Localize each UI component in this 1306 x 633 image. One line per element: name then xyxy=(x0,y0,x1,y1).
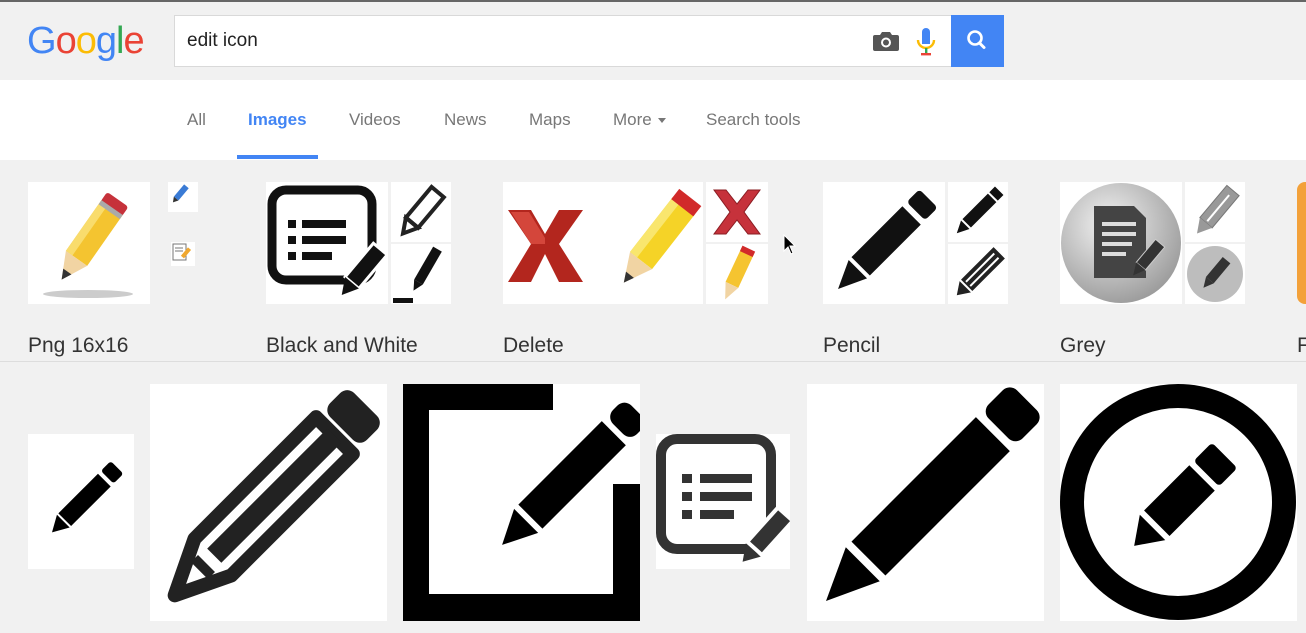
logo-letter-o1: o xyxy=(55,20,77,62)
list-edit-icon xyxy=(266,182,388,304)
black-pencil-icon xyxy=(823,182,945,304)
small-black-pencil-icon xyxy=(948,182,1008,242)
tab-all[interactable]: All xyxy=(187,110,206,130)
result-list-edit[interactable] xyxy=(656,434,790,569)
related-card-grey[interactable]: Grey xyxy=(1060,182,1246,357)
result-edit-square[interactable] xyxy=(403,384,640,621)
tab-images[interactable]: Images xyxy=(248,110,307,130)
search-icon xyxy=(967,30,986,49)
chevron-down-icon xyxy=(657,118,666,124)
edit-square-icon xyxy=(403,384,640,621)
tab-search-tools[interactable]: Search tools xyxy=(706,110,801,130)
result-large-pencil[interactable] xyxy=(807,384,1044,621)
tab-maps[interactable]: Maps xyxy=(529,110,571,130)
notepad-edit-icon xyxy=(171,242,195,266)
related-card-label: Grey xyxy=(1060,334,1106,357)
outlined-pencil-icon xyxy=(167,390,380,603)
google-logo[interactable]: Google xyxy=(27,20,145,63)
tab-news[interactable]: News xyxy=(444,110,487,130)
related-searches: Png 16x16 Black and White Delete Pencil … xyxy=(0,160,1306,362)
logo-letter-e: e xyxy=(123,20,144,62)
tab-videos[interactable]: Videos xyxy=(349,110,401,130)
logo-letter-g2: g xyxy=(95,20,117,62)
result-outlined-pencil[interactable] xyxy=(150,384,387,621)
grey-circle-pencil-icon xyxy=(1185,244,1245,304)
search-tabs: All Images Videos News Maps More Search … xyxy=(0,80,1306,160)
yellow-pencil-icon xyxy=(28,182,150,304)
related-card-png[interactable]: Png 16x16 xyxy=(28,182,213,357)
list-edit-icon xyxy=(656,434,790,562)
image-results xyxy=(0,362,1306,633)
small-pencil-icon xyxy=(168,182,198,212)
striped-pencil-icon xyxy=(948,244,1008,304)
result-circle-pencil[interactable] xyxy=(1060,384,1297,621)
related-card-label: F xyxy=(1297,334,1306,357)
delete-pencil-icon xyxy=(503,182,703,304)
grey-document-edit-icon xyxy=(1060,182,1182,304)
grey-pencil-icon xyxy=(1185,182,1245,242)
logo-letter-g: G xyxy=(27,20,57,62)
mic-icon[interactable] xyxy=(915,27,937,57)
related-card-partial[interactable]: F xyxy=(1297,182,1306,357)
related-card-label: Pencil xyxy=(823,334,881,357)
related-card-pencil[interactable]: Pencil xyxy=(823,182,1008,357)
result-small-pencil[interactable] xyxy=(28,434,134,569)
red-x-icon xyxy=(706,182,768,242)
related-card-label: Png 16x16 xyxy=(28,334,129,357)
mouse-cursor-icon xyxy=(783,233,797,256)
tab-more[interactable]: More xyxy=(613,110,666,130)
tab-more-label: More xyxy=(613,110,652,129)
active-tab-indicator xyxy=(237,155,318,159)
related-card-black-white[interactable]: Black and White xyxy=(266,182,451,357)
header: Google xyxy=(0,0,1306,80)
pencil-underline-icon xyxy=(391,244,451,304)
yellow-pencil-small-icon xyxy=(706,244,768,304)
related-card-label: Black and White xyxy=(266,334,418,357)
logo-letter-o2: o xyxy=(75,20,97,62)
related-card-delete[interactable]: Delete xyxy=(503,182,771,357)
search-input[interactable] xyxy=(187,16,847,66)
outlined-pencil-icon xyxy=(391,182,451,242)
camera-icon[interactable] xyxy=(872,30,900,52)
circle-pencil-icon xyxy=(1060,384,1296,620)
small-pencil-icon xyxy=(52,462,123,533)
orange-thumbnail xyxy=(1297,182,1306,304)
search-button[interactable] xyxy=(951,15,1004,67)
search-box xyxy=(174,15,952,67)
related-card-label: Delete xyxy=(503,334,564,357)
large-pencil-icon xyxy=(826,387,1040,601)
